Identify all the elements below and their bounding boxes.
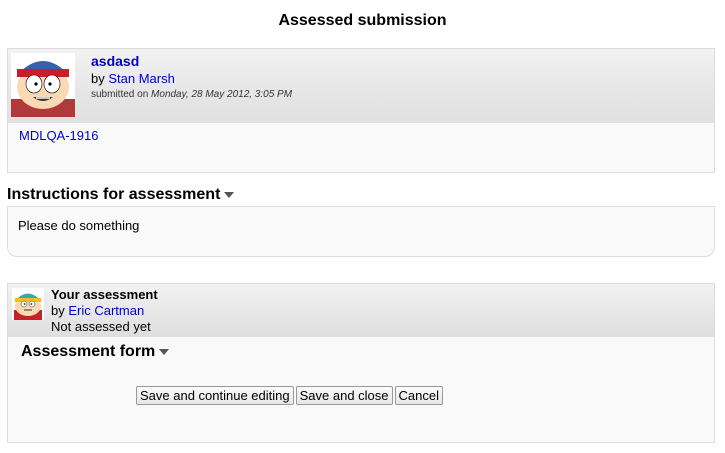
instructions-heading[interactable]: Instructions for assessment bbox=[7, 186, 235, 204]
save-continue-button[interactable]: Save and continue editing bbox=[136, 386, 294, 405]
author-link[interactable]: Stan Marsh bbox=[108, 71, 174, 86]
assessor-line: by Eric Cartman bbox=[51, 303, 144, 318]
chevron-down-icon[interactable] bbox=[159, 348, 170, 355]
page-title: Assessed submission bbox=[278, 12, 447, 29]
form-buttons: Save and continue editing Save and close C… bbox=[136, 386, 445, 405]
cancel-button[interactable]: Cancel bbox=[394, 386, 443, 405]
chevron-down-icon[interactable] bbox=[224, 191, 235, 198]
assessment-status: Not assessed yet bbox=[51, 319, 151, 334]
submission-content-link[interactable]: MDLQA-1916 bbox=[19, 128, 98, 143]
assessment-panel: Your assessment by Eric Cartman Not asse… bbox=[7, 283, 715, 443]
assessment-header: Your assessment by Eric Cartman Not asse… bbox=[8, 284, 714, 337]
assessment-form-heading[interactable]: Assessment form bbox=[21, 343, 170, 361]
avatar[interactable] bbox=[11, 53, 75, 117]
save-close-button[interactable]: Save and close bbox=[295, 386, 393, 405]
instructions-text: Please do something bbox=[18, 218, 140, 233]
assessor-link[interactable]: Eric Cartman bbox=[68, 303, 144, 318]
assessment-title: Your assessment bbox=[51, 287, 158, 302]
submission-title-link[interactable]: asdasd bbox=[91, 53, 139, 69]
by-label: by bbox=[51, 303, 65, 318]
submission-panel: asdasd by Stan Marsh submitted on Monday… bbox=[7, 48, 715, 173]
submission-date: Monday, 28 May 2012, 3:05 PM bbox=[151, 89, 293, 100]
submitted-label: submitted on bbox=[91, 89, 149, 100]
avatar[interactable] bbox=[12, 288, 44, 320]
by-label: by bbox=[91, 71, 105, 86]
assessment-form-label: Assessment form bbox=[21, 343, 156, 360]
instructions-heading-label: Instructions for assessment bbox=[7, 186, 221, 203]
submission-author-line: by Stan Marsh bbox=[91, 71, 175, 86]
submission-date-line: submitted on Monday, 28 May 2012, 3:05 P… bbox=[91, 89, 292, 100]
submission-header: asdasd by Stan Marsh submitted on Monday… bbox=[8, 49, 714, 123]
instructions-panel: Please do something bbox=[7, 206, 715, 257]
